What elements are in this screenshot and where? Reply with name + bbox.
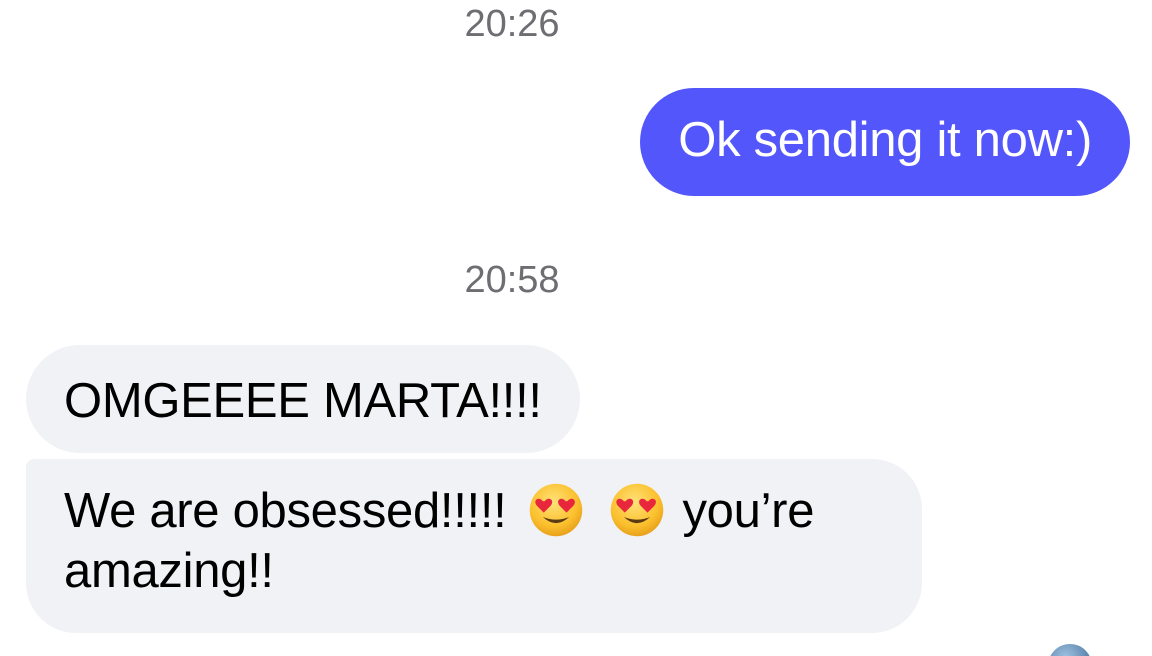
- message-thread: 20:26 Ok sending it now:) 20:58 OMGEEEE …: [0, 0, 1152, 656]
- heart-eyes-emoji-icon: [610, 483, 664, 537]
- timestamp: 20:58: [464, 259, 560, 301]
- message-text: Ok sending it now:): [678, 113, 1092, 167]
- message-text: We are obsessed!!!!!: [64, 484, 507, 538]
- timestamp: 20:26: [464, 3, 560, 45]
- heart-eyes-emoji-icon: [529, 483, 583, 537]
- received-message-bubble[interactable]: We are obsessed!!!!! you’re amazing!!: [26, 459, 922, 633]
- message-text: OMGEEEE MARTA!!!!: [64, 374, 542, 428]
- avatar[interactable]: [1048, 644, 1092, 656]
- sent-message-bubble[interactable]: Ok sending it now:): [640, 88, 1130, 196]
- received-message-bubble[interactable]: OMGEEEE MARTA!!!!: [26, 345, 580, 453]
